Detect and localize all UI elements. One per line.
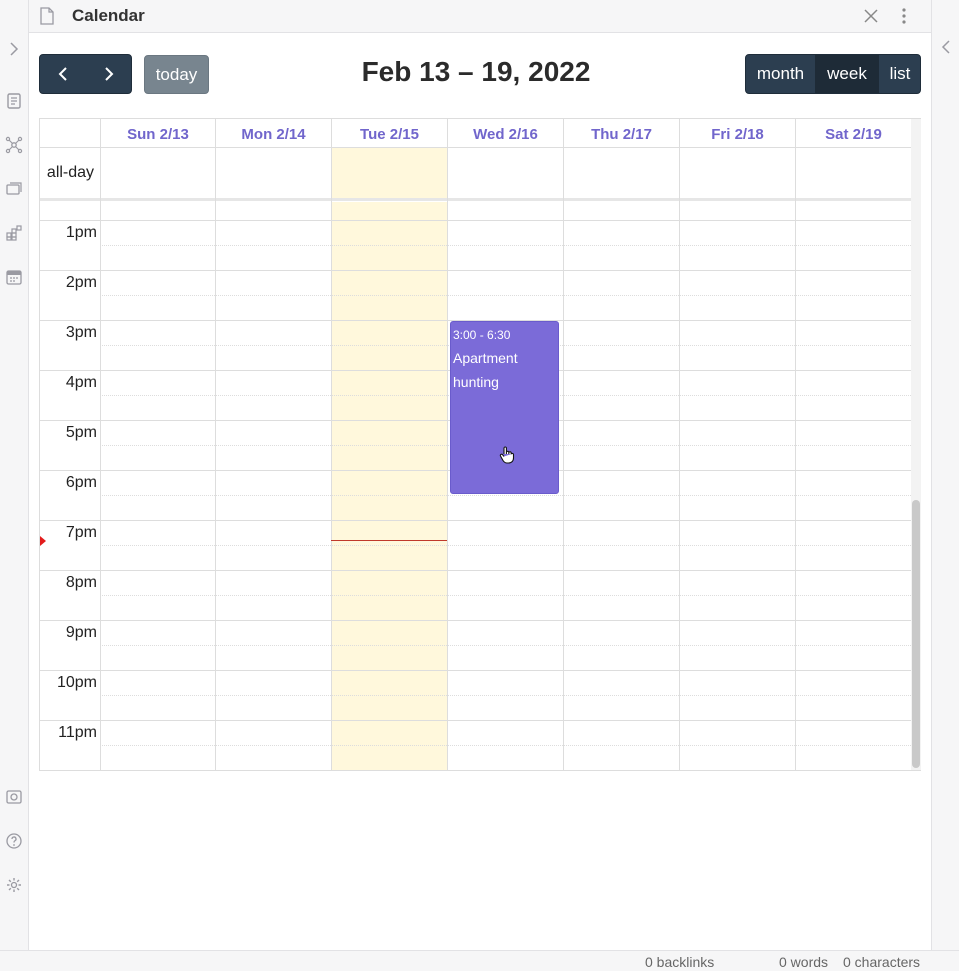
document-icon [39,7,55,25]
now-indicator-arrow [40,536,46,546]
day-header-tue[interactable]: Tue 2/15 [332,120,447,148]
graph-view-icon[interactable] [5,136,23,154]
month-view-button[interactable]: month [746,55,815,93]
time-label: 8pm [65,574,97,591]
more-options-icon[interactable] [895,6,913,26]
today-button[interactable]: today [144,55,209,94]
day-header-wed[interactable]: Wed 2/16 [448,120,563,148]
time-label: 2pm [65,274,97,291]
settings-gear-icon[interactable] [5,876,23,894]
tab-header: Calendar [29,0,931,33]
day-header-sun[interactable]: Sun 2/13 [101,120,215,148]
week-view-button[interactable]: week [815,55,879,93]
week-calendar-grid: Sun 2/13 Mon 2/14 Tue 2/15 Wed 2/16 Thu … [39,118,921,771]
time-label: 1pm [65,224,97,241]
time-label: 4pm [65,374,97,391]
time-label: 3pm [65,324,97,341]
day-header-mon[interactable]: Mon 2/14 [216,120,331,148]
time-label: 5pm [65,424,97,441]
nav-button-group [39,54,132,94]
backlinks-count[interactable]: 0 backlinks [645,954,714,970]
today-column[interactable] [331,202,447,770]
expand-sidebar-icon[interactable] [5,40,23,58]
time-label: 11pm [58,724,97,741]
today-allday-cell[interactable] [331,148,447,198]
time-label: 9pm [65,624,97,641]
chevron-left-icon [58,67,67,81]
time-label: 7pm [65,524,97,541]
view-switcher: month week list [745,54,921,94]
day-header-thu[interactable]: Thu 2/17 [564,120,679,148]
chevron-right-icon [105,67,114,81]
word-count: 0 words [779,954,829,970]
prev-week-button[interactable] [40,55,86,93]
next-week-button[interactable] [86,55,132,93]
close-icon[interactable] [862,7,880,25]
calendar-icon[interactable] [5,268,23,286]
status-bar: 0 backlinks 0 words 0 characters [0,950,959,971]
time-label: 10pm [56,674,97,691]
daily-note-icon[interactable] [5,92,23,110]
date-range-title: Feb 13 – 19, 2022 [361,56,591,87]
day-header-fri[interactable]: Fri 2/18 [680,120,795,148]
calendar-event[interactable]: 3:00 - 6:30 Apartment hunting [450,321,559,494]
help-icon[interactable] [5,832,23,850]
event-title: Apartment hunting [453,350,518,390]
slides-icon[interactable] [5,180,23,198]
now-indicator-line [331,540,447,541]
app-window: Calendar today Feb 13 – 19, 2022 month w… [0,0,959,971]
left-ribbon [0,0,29,950]
vault-switcher-icon[interactable] [5,788,23,806]
time-label: 6pm [65,474,97,491]
right-sidebar-collapsed [931,0,959,950]
character-count: 0 characters [843,954,921,970]
expand-right-sidebar-icon[interactable] [937,38,955,56]
kanban-icon[interactable] [5,224,23,242]
day-header-sat[interactable]: Sat 2/19 [796,120,911,148]
list-view-button[interactable]: list [879,55,920,93]
hand-cursor-icon [499,446,515,464]
all-day-label: all-day [46,164,95,181]
scrollbar-thumb[interactable] [912,500,920,768]
event-time: 3:00 - 6:30 [453,328,511,342]
view-title: Calendar [72,6,145,25]
